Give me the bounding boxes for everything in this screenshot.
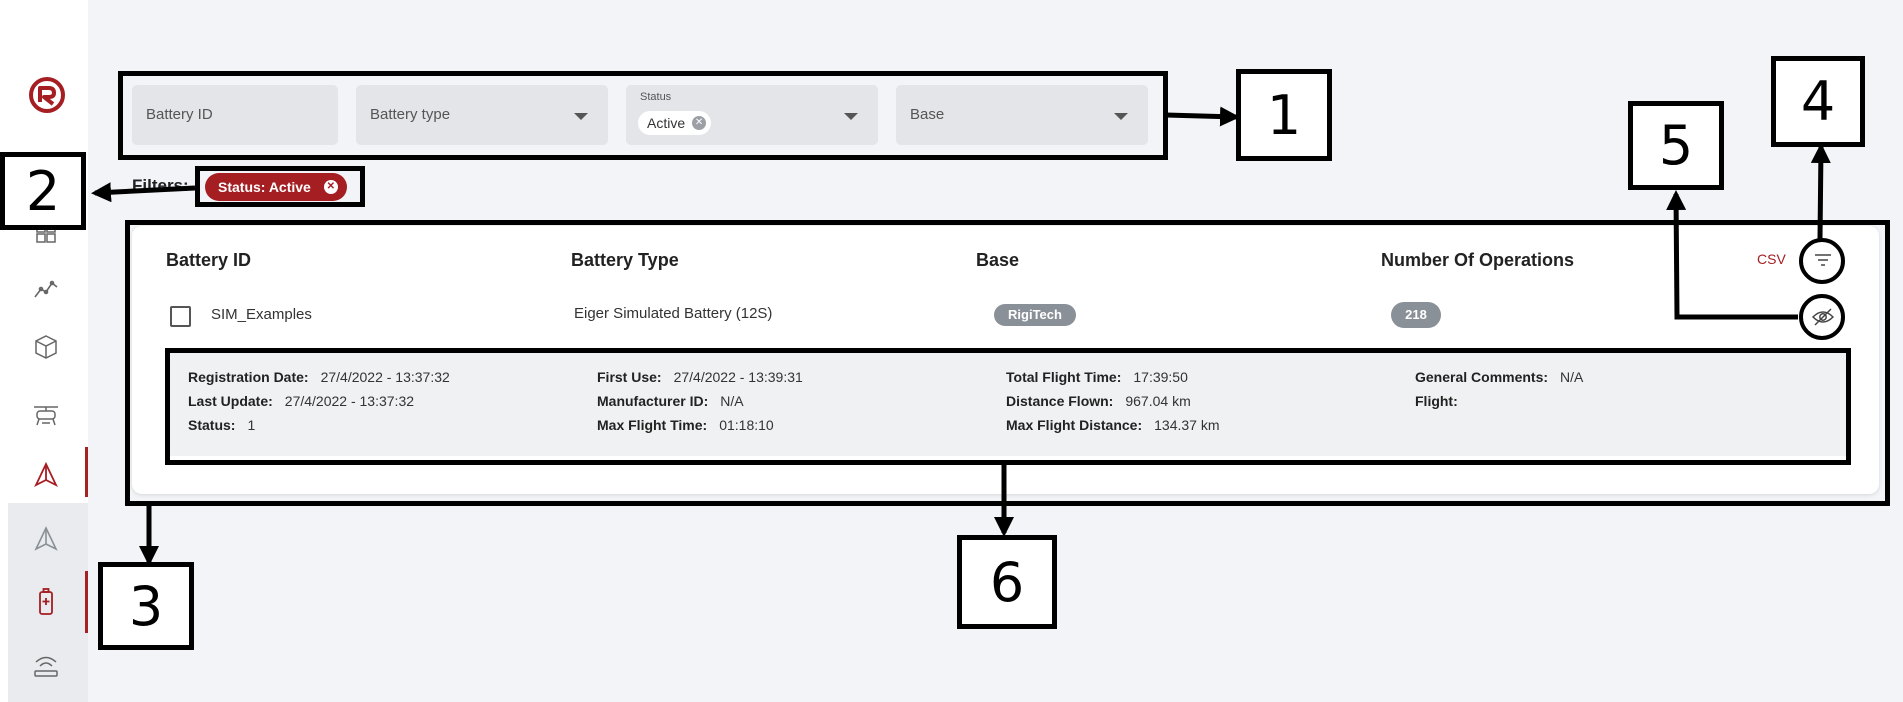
annotation-number-5: 5 (1628, 101, 1724, 190)
annotation-box-active-filter (195, 166, 365, 207)
annotation-ring-filter (1799, 238, 1845, 284)
annotation-number-1: 1 (1236, 69, 1332, 161)
annotation-box-filters (118, 71, 1168, 160)
annotation-number-6: 6 (957, 535, 1057, 629)
annotation-box-details (165, 348, 1851, 465)
annotation-number-3: 3 (98, 562, 194, 650)
annotation-ring-eye (1799, 294, 1845, 340)
annotation-number-2: 2 (0, 152, 86, 230)
annotation-number-4: 4 (1771, 56, 1865, 147)
